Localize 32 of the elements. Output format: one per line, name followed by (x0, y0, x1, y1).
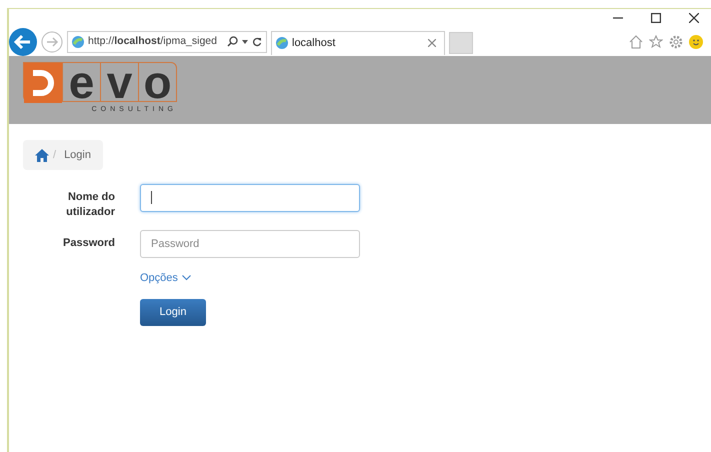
breadcrumb-separator: / (53, 148, 56, 163)
field-label: Nome do utilizador (65, 190, 115, 220)
maximize-icon[interactable] (651, 13, 661, 23)
globe-icon (276, 37, 288, 49)
logo-mark-icon (24, 63, 62, 103)
field-label: Password (62, 236, 115, 251)
settings-icon[interactable] (669, 34, 683, 48)
close-icon[interactable] (689, 13, 699, 23)
input-field[interactable] (140, 184, 360, 212)
close-tab-icon[interactable] (428, 39, 436, 47)
home-icon[interactable] (35, 148, 49, 162)
globe-icon (72, 36, 84, 48)
smiley-icon[interactable] (689, 34, 703, 48)
logo-letter: e (62, 63, 100, 101)
browser-tab[interactable]: localhost (271, 30, 445, 54)
breadcrumb-item: Login (64, 148, 91, 163)
dropdown-icon[interactable] (242, 40, 248, 44)
options-link[interactable]: Opções (140, 270, 191, 286)
tab-title: localhost (292, 36, 336, 51)
logo-letter: v (100, 63, 138, 101)
refresh-icon[interactable] (252, 36, 262, 46)
address-bar[interactable]: http://localhost/ipma_siged (67, 30, 267, 52)
logo-letter: o (138, 63, 176, 101)
input-field[interactable]: Password (140, 230, 360, 258)
url-text: http://localhost/ipma_siged (88, 34, 217, 49)
home-icon[interactable] (629, 34, 643, 48)
back-icon[interactable] (9, 28, 37, 56)
login-button[interactable]: Login (140, 298, 206, 326)
chevron-down-icon (182, 275, 191, 282)
text-cursor (151, 191, 152, 204)
star-icon[interactable] (649, 34, 663, 48)
search-icon[interactable] (227, 36, 238, 47)
